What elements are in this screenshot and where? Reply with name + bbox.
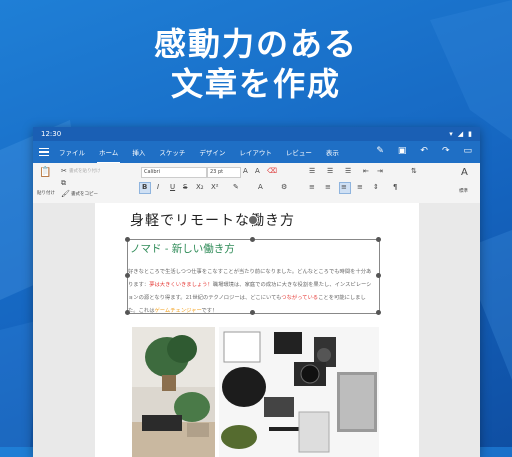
tab-file[interactable]: ファイル bbox=[59, 147, 85, 157]
justify-icon[interactable]: ≡ bbox=[357, 183, 363, 191]
font-color-icon[interactable]: A bbox=[258, 183, 263, 191]
tab-sketch[interactable]: スケッチ bbox=[159, 147, 185, 157]
bold-icon[interactable]: B bbox=[142, 183, 147, 191]
font-size-select[interactable]: 23 pt bbox=[207, 167, 241, 178]
sort-icon[interactable]: ⇅ bbox=[411, 167, 417, 175]
resize-handle[interactable] bbox=[376, 273, 381, 278]
clear-format-icon[interactable]: ⌫ bbox=[267, 167, 277, 175]
copy-icon[interactable]: ⧉ bbox=[61, 179, 66, 188]
headline-line1: 感動力のある bbox=[153, 25, 358, 63]
menu-bar: ファイル ホーム 挿入 スケッチ デザイン レイアウト レビュー 表示 ✎ ▣ … bbox=[33, 141, 480, 164]
tablet-screen: 12:30 ▾ ◢ ▮ ファイル ホーム 挿入 スケッチ デザイン レイアウト … bbox=[33, 127, 480, 457]
undo-icon[interactable]: ↶ bbox=[420, 146, 428, 156]
align-right-icon[interactable]: ≡ bbox=[341, 183, 347, 191]
cut-icon[interactable]: ✂ bbox=[61, 167, 67, 175]
document-area: 身軽でリモートな働き方 ノマド - 新しい働き方 好きなところで生活しつつ仕事を… bbox=[33, 203, 480, 457]
body-highlight: ゲームチェンジャー bbox=[154, 308, 202, 314]
style-icon[interactable]: A bbox=[461, 167, 468, 178]
superscript-icon[interactable]: X² bbox=[211, 183, 219, 191]
paste-label[interactable]: 貼り付け bbox=[37, 190, 55, 196]
rotate-handle-icon[interactable] bbox=[248, 215, 258, 225]
save-icon[interactable]: ▣ bbox=[398, 146, 407, 156]
tab-view[interactable]: 表示 bbox=[326, 147, 339, 157]
underline-icon[interactable]: U bbox=[170, 183, 175, 191]
strikethrough-icon[interactable]: S bbox=[183, 183, 187, 191]
tab-design[interactable]: デザイン bbox=[199, 147, 225, 157]
paragraph-mark-icon[interactable]: ¶ bbox=[393, 183, 397, 191]
panel-icon[interactable]: ▭ bbox=[463, 146, 472, 156]
numbered-list-icon[interactable]: ☰ bbox=[327, 167, 333, 175]
document-title[interactable]: 身軽でリモートな働き方 bbox=[130, 210, 295, 230]
decrease-indent-icon[interactable]: ⇤ bbox=[363, 167, 369, 175]
shrink-font-icon[interactable]: A bbox=[255, 167, 260, 175]
multilevel-list-icon[interactable]: ☰ bbox=[345, 167, 351, 175]
document-subtitle[interactable]: ノマド - 新しい働き方 bbox=[130, 241, 235, 256]
align-left-icon[interactable]: ≡ bbox=[309, 183, 315, 191]
wifi-icon: ▾ bbox=[449, 130, 453, 138]
style-label[interactable]: 標準 bbox=[459, 188, 468, 194]
body-highlight: 夢は大きくいきましょう！ bbox=[149, 282, 213, 288]
resize-handle[interactable] bbox=[376, 310, 381, 315]
tab-layout[interactable]: レイアウト bbox=[239, 147, 272, 157]
status-bar: 12:30 ▾ ◢ ▮ bbox=[33, 127, 480, 141]
ribbon-toolbar: 📋 貼り付け ✂ 書式を貼り付け ⧉ 🖌 書式をコピー Calibri 23 p… bbox=[33, 163, 480, 204]
font-name-select[interactable]: Calibri bbox=[141, 167, 207, 178]
tab-review[interactable]: レビュー bbox=[286, 147, 312, 157]
align-center-icon[interactable]: ≡ bbox=[325, 183, 331, 191]
document-page[interactable]: 身軽でリモートな働き方 ノマド - 新しい働き方 好きなところで生活しつつ仕事を… bbox=[95, 203, 419, 457]
redo-icon[interactable]: ↷ bbox=[442, 146, 450, 156]
edit-mode-icon[interactable]: ✎ bbox=[376, 146, 384, 156]
format-paste-button[interactable]: 書式を貼り付け bbox=[69, 168, 101, 174]
battery-icon: ▮ bbox=[468, 130, 472, 138]
subscript-icon[interactable]: X₂ bbox=[196, 183, 204, 191]
workspace-photo[interactable] bbox=[132, 327, 215, 457]
format-brush-icon[interactable]: 🖌 bbox=[61, 190, 70, 198]
grow-font-icon[interactable]: A bbox=[243, 167, 248, 175]
text-effects-icon[interactable]: ⚙ bbox=[281, 183, 287, 191]
headline-line2: 文章を作成 bbox=[170, 65, 341, 103]
body-text: です！ bbox=[201, 308, 218, 314]
line-spacing-icon[interactable]: ⇕ bbox=[373, 183, 379, 191]
status-time: 12:30 bbox=[41, 130, 62, 138]
tab-insert[interactable]: 挿入 bbox=[132, 147, 145, 157]
increase-indent-icon[interactable]: ⇥ bbox=[377, 167, 383, 175]
bullet-list-icon[interactable]: ☰ bbox=[309, 167, 315, 175]
desk-items-photo[interactable] bbox=[219, 327, 379, 457]
format-copy-button[interactable]: 書式をコピー bbox=[71, 191, 98, 197]
resize-handle[interactable] bbox=[250, 237, 255, 242]
highlight-icon[interactable]: ✎ bbox=[233, 183, 239, 191]
document-body[interactable]: 好きなところで生活しつつ仕事をこなすことが当たり前になりました。どんなところでも… bbox=[128, 266, 376, 318]
body-highlight: つながっている bbox=[281, 295, 319, 301]
signal-icon: ◢ bbox=[457, 130, 464, 138]
italic-icon[interactable]: I bbox=[157, 183, 159, 191]
paste-icon[interactable]: 📋 bbox=[39, 167, 51, 178]
tab-home[interactable]: ホーム bbox=[96, 147, 121, 164]
resize-handle[interactable] bbox=[376, 237, 381, 242]
hamburger-menu-icon[interactable] bbox=[39, 146, 49, 158]
